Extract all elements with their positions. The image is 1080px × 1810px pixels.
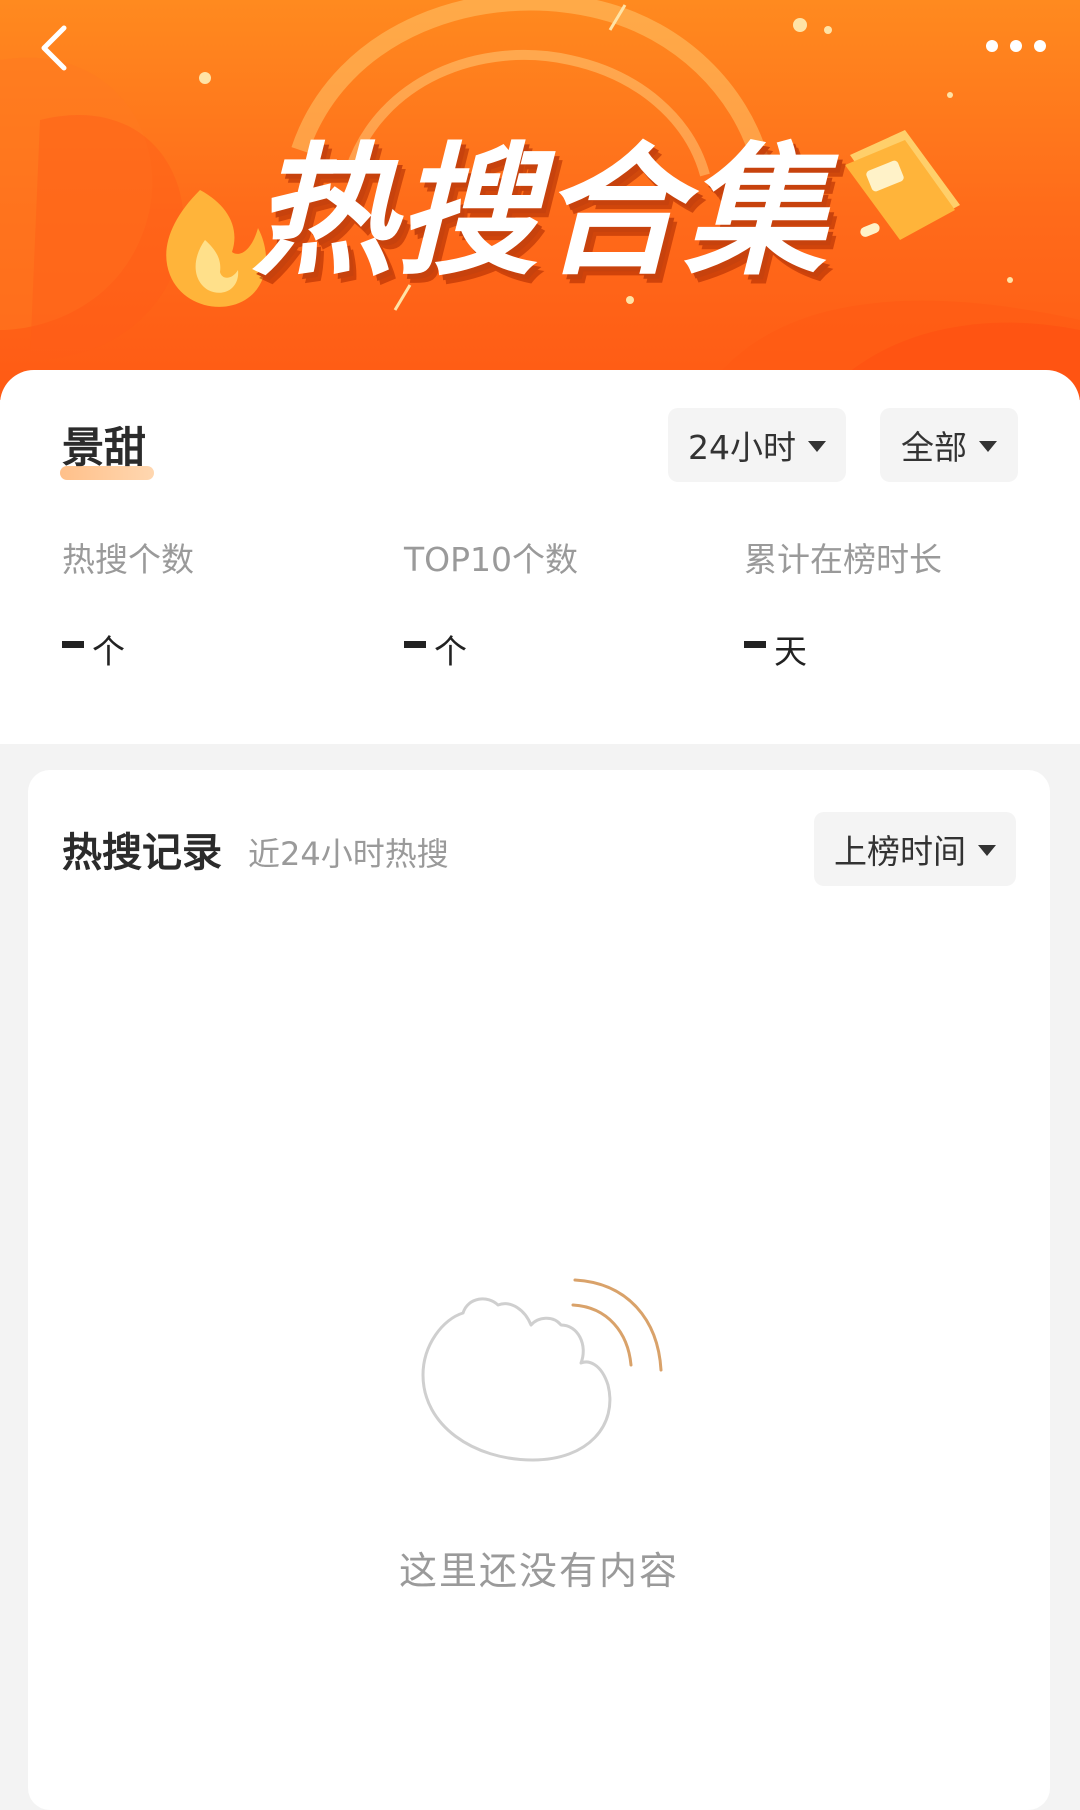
stat-total-duration: 累计在榜时长 天: [744, 538, 942, 674]
empty-value-dash: [404, 641, 426, 648]
records-title: 热搜记录: [62, 830, 222, 876]
caret-down-icon: [979, 440, 997, 452]
caret-down-icon: [978, 844, 996, 856]
empty-content-icon: [421, 1278, 663, 1462]
empty-value-dash: [744, 641, 766, 648]
stat-unit: 天: [774, 632, 807, 671]
stat-label: 热搜个数: [62, 540, 194, 579]
page-title: 热搜合集: [252, 130, 828, 295]
scope-label: 全部: [901, 428, 967, 467]
sort-dropdown[interactable]: 上榜时间: [814, 812, 1016, 886]
topic-summary-card: 景甜 24小时 全部 热搜个数 个 TOP10个数 个 累计在榜时长 天: [0, 370, 1080, 744]
stat-unit: 个: [92, 632, 125, 671]
chevron-left-icon: [41, 25, 67, 71]
more-button[interactable]: [978, 24, 1054, 68]
stat-hot-search-count: 热搜个数 个: [62, 538, 194, 674]
hot-search-banner: 热搜合集: [0, 0, 1080, 400]
empty-value-dash: [62, 641, 84, 648]
empty-state-text: 这里还没有内容: [398, 1549, 679, 1593]
records-subtitle: 近24小时热搜: [248, 835, 449, 873]
back-button[interactable]: [28, 18, 88, 78]
time-range-label: 24小时: [688, 428, 796, 467]
stat-value: 个: [404, 630, 578, 674]
stat-label: TOP10个数: [404, 540, 579, 579]
more-dots-icon: [986, 40, 1046, 52]
topic-name: 景甜: [62, 423, 147, 472]
time-range-dropdown[interactable]: 24小时: [668, 408, 846, 482]
stat-value: 个: [62, 630, 194, 674]
stat-unit: 个: [434, 632, 467, 671]
caret-down-icon: [808, 440, 826, 452]
scope-dropdown[interactable]: 全部: [880, 408, 1018, 482]
sort-label: 上榜时间: [834, 832, 966, 871]
stat-value: 天: [744, 630, 942, 674]
stat-label: 累计在榜时长: [744, 540, 942, 579]
stat-top10-count: TOP10个数 个: [404, 538, 578, 674]
hot-search-records-card: 热搜记录 近24小时热搜 上榜时间 这里还没有内容: [28, 770, 1050, 1810]
